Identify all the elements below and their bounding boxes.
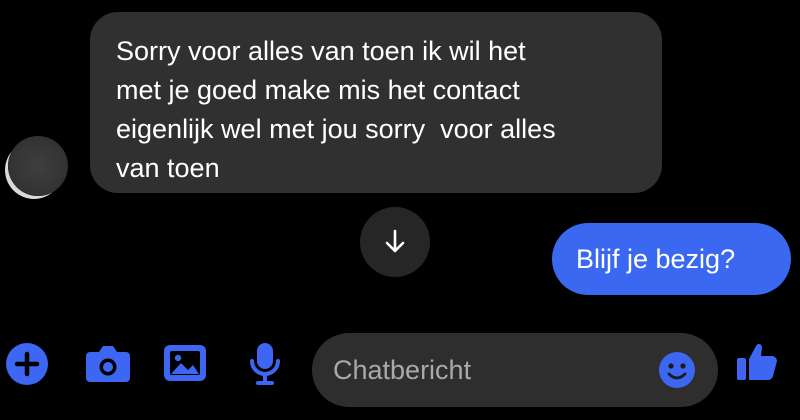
contact-avatar[interactable] xyxy=(8,136,68,196)
incoming-message-bubble[interactable]: Sorry voor alles van toen ik wil het met… xyxy=(90,12,662,193)
message-input[interactable]: Chatbericht xyxy=(312,333,718,407)
plus-icon xyxy=(14,351,40,377)
camera-icon[interactable] xyxy=(84,342,132,384)
image-icon[interactable] xyxy=(162,342,208,384)
smiley-icon[interactable] xyxy=(658,351,696,389)
incoming-message-line: van toen xyxy=(116,153,220,183)
scroll-to-bottom-button[interactable] xyxy=(360,207,430,277)
outgoing-message-text: Blijf je bezig? xyxy=(576,244,736,274)
microphone-icon[interactable] xyxy=(248,341,282,387)
message-input-placeholder: Chatbericht xyxy=(333,355,472,385)
outgoing-message-bubble[interactable]: Blijf je bezig? xyxy=(552,223,791,295)
incoming-message-line: eigenlijk wel met jou sorry voor alles xyxy=(116,114,556,144)
arrow-down-icon xyxy=(385,229,405,253)
incoming-message-line: Sorry voor alles van toen ik wil het xyxy=(116,36,526,66)
incoming-message-line: met je goed make mis het contact xyxy=(116,75,520,105)
add-button[interactable] xyxy=(6,343,48,385)
thumbs-up-icon[interactable] xyxy=(734,338,780,384)
